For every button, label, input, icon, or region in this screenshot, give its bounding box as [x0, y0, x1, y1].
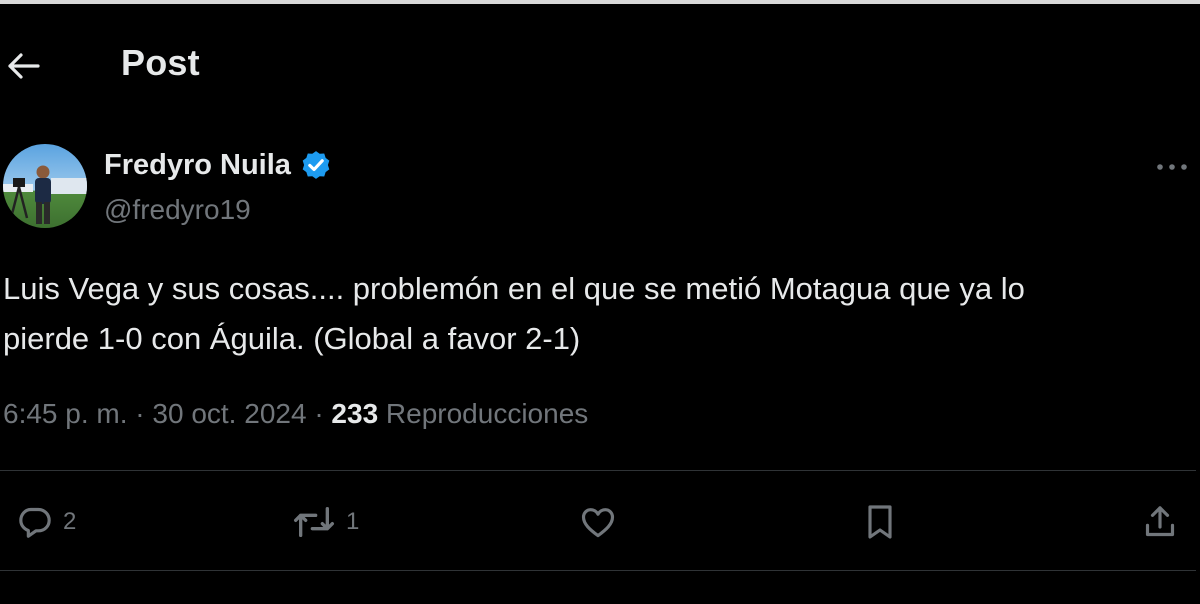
author-handle[interactable]: @fredyro19 — [104, 194, 251, 226]
meta-separator: · — [135, 398, 145, 429]
share-icon — [1145, 506, 1175, 537]
repost-button[interactable]: 1 — [290, 500, 359, 544]
bookmark-icon — [868, 505, 892, 539]
back-button[interactable] — [6, 48, 42, 84]
repost-count: 1 — [346, 508, 360, 535]
share-button[interactable] — [1140, 500, 1180, 544]
post-date[interactable]: 30 oct. 2024 — [152, 398, 306, 429]
bookmark-button[interactable] — [860, 500, 900, 544]
post-text: Luis Vega y sus cosas.... problemón en e… — [3, 271, 1025, 356]
meta-separator: · — [314, 398, 324, 429]
views-label: Reproducciones — [385, 398, 589, 429]
heart-icon — [581, 508, 615, 538]
views-count: 233 — [331, 398, 379, 429]
avatar-photo — [3, 144, 87, 228]
author-name-row: Fredyro Nuila — [104, 148, 333, 182]
post-time[interactable]: 6:45 p. m. — [3, 398, 128, 429]
verified-badge-icon[interactable] — [299, 148, 333, 182]
divider — [0, 470, 1196, 471]
divider — [0, 570, 1196, 571]
post-meta: 6:45 p. m. · 30 oct. 2024 · 233 Reproduc… — [3, 398, 588, 430]
reply-count: 2 — [63, 508, 77, 535]
post-page: Post Fredyro Nuila @fredyro19 Luis Vega … — [0, 0, 1200, 604]
more-options-button[interactable] — [1152, 152, 1192, 182]
author-name[interactable]: Fredyro Nuila — [104, 149, 291, 182]
reply-icon — [19, 507, 51, 538]
page-title: Post — [121, 42, 200, 83]
repost-icon — [294, 507, 335, 537]
avatar[interactable] — [3, 144, 87, 228]
like-button[interactable] — [578, 500, 618, 544]
arrow-left-icon — [8, 53, 40, 79]
reply-button[interactable]: 2 — [15, 500, 76, 544]
more-horizontal-icon — [1157, 164, 1187, 170]
